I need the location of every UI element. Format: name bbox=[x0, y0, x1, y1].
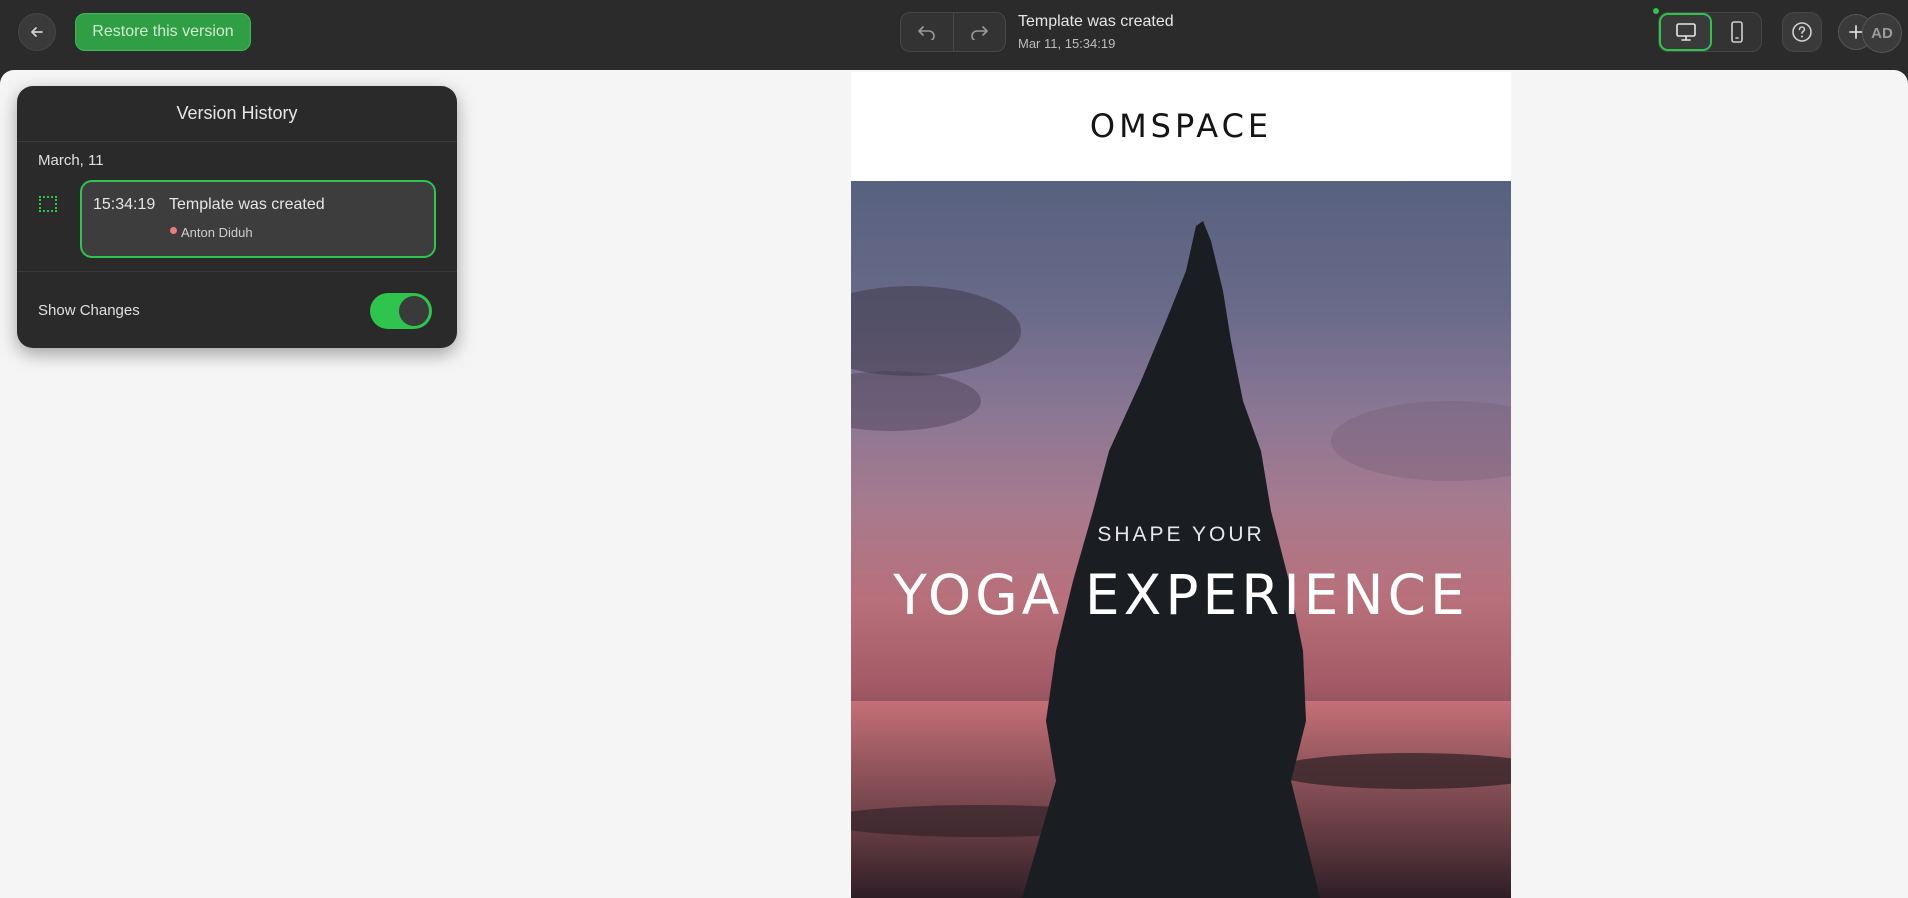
version-author: Anton Diduh bbox=[181, 225, 253, 240]
hero-kicker: SHAPE YOUR bbox=[1097, 523, 1265, 546]
user-color-dot bbox=[170, 227, 177, 234]
help-button[interactable] bbox=[1782, 12, 1822, 52]
undo-button[interactable] bbox=[901, 13, 953, 51]
email-preview: OMSPACE SHAPE YOUR YOGA EXPERIENCE bbox=[851, 72, 1511, 898]
avatar[interactable]: AD bbox=[1862, 13, 1902, 53]
version-history-title: Version History bbox=[17, 86, 457, 142]
toggle-knob bbox=[399, 296, 429, 326]
mobile-view-button[interactable] bbox=[1712, 13, 1761, 51]
version-message: Template was created bbox=[169, 196, 325, 213]
editor-canvas: OMSPACE SHAPE YOUR YOGA EXPERIENCE Versi… bbox=[0, 70, 1908, 898]
brand-logo: OMSPACE bbox=[1089, 107, 1273, 145]
email-header: OMSPACE bbox=[851, 72, 1511, 180]
help-icon bbox=[1792, 22, 1812, 42]
version-time: 15:34:19 bbox=[93, 196, 156, 213]
desktop-view-button[interactable] bbox=[1659, 13, 1712, 51]
top-bar: Restore this version Template was create… bbox=[0, 0, 1908, 70]
status-timestamp: Mar 11, 15:34:19 bbox=[1018, 36, 1116, 51]
hero-image: SHAPE YOUR YOGA EXPERIENCE bbox=[851, 181, 1511, 898]
desktop-icon bbox=[1675, 23, 1696, 41]
undo-icon bbox=[917, 26, 935, 40]
back-button[interactable] bbox=[18, 13, 56, 51]
online-indicator bbox=[1653, 8, 1659, 14]
restore-version-button[interactable]: Restore this version bbox=[75, 13, 251, 51]
hero-headline: YOGA EXPERIENCE bbox=[893, 563, 1469, 627]
version-history-panel: Version History March, 11 15:34:19 Templ… bbox=[17, 86, 457, 348]
version-entry[interactable]: 15:34:19 Template was created Anton Didu… bbox=[80, 180, 436, 258]
mobile-icon bbox=[1730, 21, 1743, 43]
selection-icon bbox=[39, 196, 57, 212]
redo-icon bbox=[971, 26, 989, 40]
redo-button[interactable] bbox=[952, 13, 1006, 51]
arrow-left-icon bbox=[31, 27, 43, 37]
show-changes-label: Show Changes bbox=[38, 302, 140, 319]
show-changes-toggle[interactable] bbox=[370, 293, 432, 329]
device-toggle-group bbox=[1658, 12, 1762, 52]
status-title: Template was created bbox=[1018, 13, 1174, 30]
divider bbox=[17, 271, 457, 272]
version-date-group: March, 11 bbox=[38, 152, 104, 169]
undo-redo-group bbox=[900, 12, 1006, 52]
